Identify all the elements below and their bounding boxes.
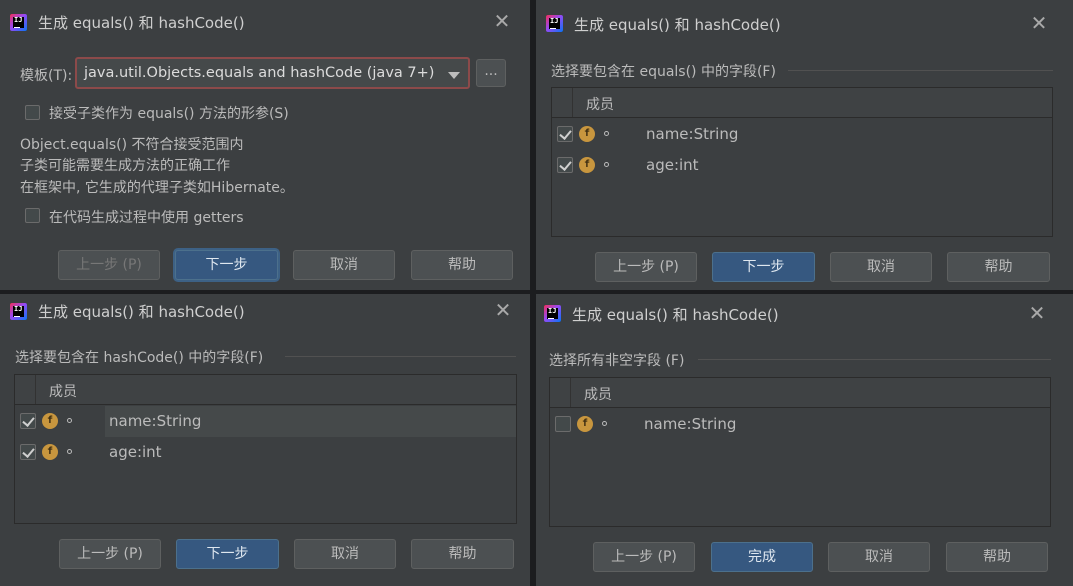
field-icon: f <box>579 126 595 142</box>
accept-subclasses-label: 接受子类作为 equals() 方法的形参(S) <box>49 106 289 122</box>
package-visibility-icon <box>67 418 72 423</box>
field-name: age:int <box>646 156 699 174</box>
column-header-members: 成员 <box>586 97 614 113</box>
prev-button[interactable]: 上一步 (P) <box>58 250 160 280</box>
cancel-button[interactable]: 取消 <box>830 252 932 282</box>
dialog-title: 生成 equals() 和 hashCode() <box>572 306 779 324</box>
field-icon: f <box>579 157 595 173</box>
info-line: 在框架中, 它生成的代理子类如Hibernate。 <box>20 180 294 196</box>
column-header-members: 成员 <box>49 384 77 400</box>
next-button[interactable]: 下一步 <box>712 252 815 282</box>
intellij-logo-icon: IJ <box>10 303 27 320</box>
field-name: name:String <box>644 415 737 433</box>
package-visibility-icon <box>602 421 607 426</box>
package-visibility-icon <box>67 449 72 454</box>
help-button[interactable]: 帮助 <box>411 250 513 280</box>
section-divider <box>285 356 516 357</box>
use-getters-label: 在代码生成过程中使用 getters <box>49 210 244 226</box>
dialog-equals-fields: IJ 生成 equals() 和 hashCode() ✕ 选择要包含在 equ… <box>536 0 1073 290</box>
cancel-button[interactable]: 取消 <box>293 250 395 280</box>
field-checkbox[interactable] <box>557 126 573 142</box>
fields-table: 成员 f name:String f age:int <box>14 374 517 524</box>
column-header-members: 成员 <box>584 387 612 403</box>
info-line: Object.equals() 不符合接受范围内 <box>20 137 244 153</box>
template-select[interactable]: java.util.Objects.equals and hashCode (j… <box>75 57 470 89</box>
cancel-button[interactable]: 取消 <box>828 542 930 572</box>
section-divider <box>698 359 1051 360</box>
section-divider <box>788 70 1053 71</box>
prev-button[interactable]: 上一步 (P) <box>59 539 161 569</box>
next-button[interactable]: 下一步 <box>175 250 278 280</box>
table-row[interactable]: f name:String <box>552 119 1052 150</box>
close-button[interactable]: ✕ <box>1026 10 1052 36</box>
field-icon: f <box>577 416 593 432</box>
package-visibility-icon <box>604 162 609 167</box>
dialog-title: 生成 equals() 和 hashCode() <box>38 14 245 32</box>
field-checkbox[interactable] <box>20 444 36 460</box>
title-bar: IJ 生成 equals() 和 hashCode() ✕ <box>0 294 530 340</box>
table-header: 成员 <box>15 375 516 405</box>
cancel-button[interactable]: 取消 <box>294 539 396 569</box>
close-button[interactable]: ✕ <box>1024 300 1050 326</box>
help-button[interactable]: 帮助 <box>946 542 1048 572</box>
accept-subclasses-checkbox[interactable] <box>25 105 40 120</box>
title-bar: IJ 生成 equals() 和 hashCode() ✕ <box>0 0 530 46</box>
table-row[interactable]: f age:int <box>552 150 1052 181</box>
table-row[interactable]: f name:String <box>550 409 1050 440</box>
section-label: 选择要包含在 equals() 中的字段(F) <box>551 64 776 80</box>
field-checkbox[interactable] <box>20 413 36 429</box>
intellij-logo-icon: IJ <box>544 305 561 322</box>
help-button[interactable]: 帮助 <box>947 252 1050 282</box>
table-header: 成员 <box>550 378 1050 408</box>
field-checkbox[interactable] <box>555 416 571 432</box>
use-getters-checkbox[interactable] <box>25 208 40 223</box>
table-header: 成员 <box>552 88 1052 118</box>
table-row[interactable]: f name:String <box>15 406 516 437</box>
close-button[interactable]: ✕ <box>489 8 515 34</box>
prev-button[interactable]: 上一步 (P) <box>595 252 697 282</box>
browse-templates-button[interactable]: ... <box>476 59 506 87</box>
finish-button[interactable]: 完成 <box>711 542 813 572</box>
field-icon: f <box>42 413 58 429</box>
dialog-template: IJ 生成 equals() 和 hashCode() ✕ 模板(T): jav… <box>0 0 530 290</box>
next-button[interactable]: 下一步 <box>176 539 279 569</box>
title-bar: IJ 生成 equals() 和 hashCode() ✕ <box>536 0 1073 46</box>
table-row[interactable]: f age:int <box>15 437 516 468</box>
field-name: name:String <box>109 412 202 430</box>
field-checkbox[interactable] <box>557 157 573 173</box>
info-line: 子类可能需要生成方法的正确工作 <box>20 158 230 174</box>
dialog-non-null-fields: IJ 生成 equals() 和 hashCode() ✕ 选择所有非空字段 (… <box>536 294 1073 586</box>
template-select-value: java.util.Objects.equals and hashCode (j… <box>84 65 435 81</box>
section-label: 选择要包含在 hashCode() 中的字段(F) <box>15 350 264 366</box>
fields-table: 成员 f name:String <box>549 377 1051 527</box>
chevron-down-icon <box>448 72 460 79</box>
title-bar: IJ 生成 equals() 和 hashCode() ✕ <box>536 294 1073 340</box>
template-label: 模板(T): <box>20 68 73 84</box>
dialog-title: 生成 equals() 和 hashCode() <box>574 16 781 34</box>
close-button[interactable]: ✕ <box>490 297 516 323</box>
package-visibility-icon <box>604 131 609 136</box>
dialog-hashcode-fields: IJ 生成 equals() 和 hashCode() ✕ 选择要包含在 has… <box>0 294 530 586</box>
dialog-title: 生成 equals() 和 hashCode() <box>38 303 245 321</box>
intellij-logo-icon: IJ <box>546 15 563 32</box>
field-name: age:int <box>109 443 162 461</box>
fields-table: 成员 f name:String f age:int <box>551 87 1053 237</box>
intellij-logo-icon: IJ <box>10 14 27 31</box>
help-button[interactable]: 帮助 <box>411 539 514 569</box>
field-name: name:String <box>646 125 739 143</box>
field-icon: f <box>42 444 58 460</box>
prev-button[interactable]: 上一步 (P) <box>593 542 695 572</box>
section-label: 选择所有非空字段 (F) <box>549 353 685 369</box>
